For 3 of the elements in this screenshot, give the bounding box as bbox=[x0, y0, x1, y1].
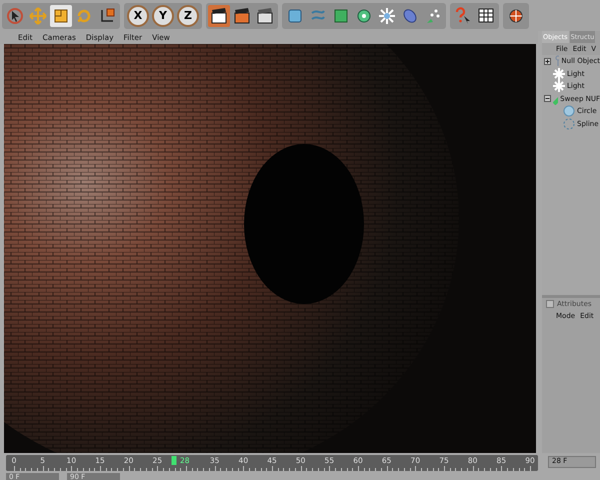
axis-lock-button[interactable]: X bbox=[127, 4, 149, 26]
axis-lock-button[interactable]: Y bbox=[152, 4, 174, 26]
axis-lock-button[interactable]: Z bbox=[177, 4, 199, 26]
